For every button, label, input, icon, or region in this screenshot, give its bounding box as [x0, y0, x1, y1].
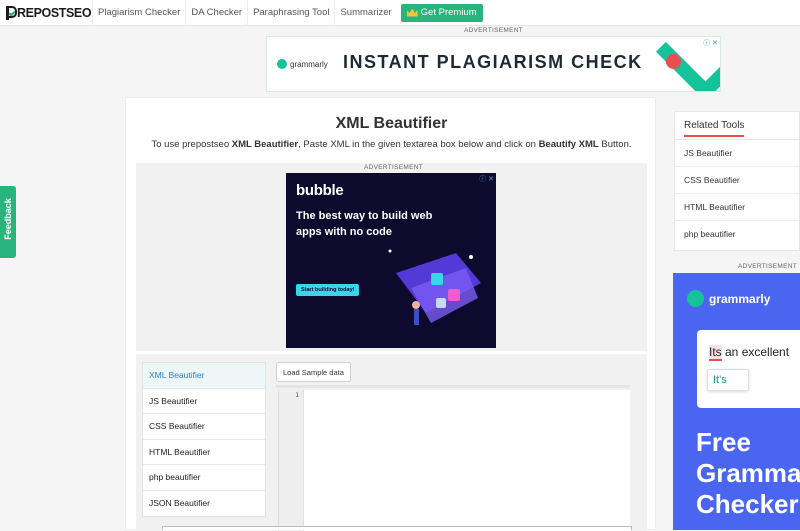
- logo[interactable]: REPOSTSEO: [0, 0, 92, 26]
- bubble-illustration: [388, 249, 481, 325]
- logo-text: REPOSTSEO: [17, 5, 92, 20]
- suggestion-chip: It's: [707, 369, 749, 391]
- grammarly-brand: grammarly: [290, 59, 328, 69]
- nav-link-summarizer[interactable]: Summarizer: [334, 0, 396, 26]
- arrow-icon: [666, 54, 681, 69]
- bubble-ad[interactable]: bubble The best way to build web apps wi…: [286, 173, 496, 348]
- demo-sentence: Its an excellent: [709, 345, 790, 361]
- menu-item-js-beautifier[interactable]: JS Beautifier: [143, 389, 265, 414]
- main-panel: XML Beautifier To use prepostseo XML Bea…: [125, 97, 656, 531]
- nav-link-da-checker[interactable]: DA Checker: [185, 0, 247, 26]
- get-premium-label: Get Premium: [420, 6, 477, 18]
- related-item-php-beautifier[interactable]: php beautifier: [675, 221, 799, 248]
- menu-item-xml-beautifier[interactable]: XML Beautifier: [143, 363, 265, 389]
- editor-toolbar: [276, 385, 630, 388]
- grammarly-side-logo: grammarly: [687, 290, 770, 307]
- nav-link-plagiarism-checker[interactable]: Plagiarism Checker: [92, 0, 185, 26]
- xml-input-editor[interactable]: 1: [278, 390, 630, 531]
- feedback-tab[interactable]: Feedback: [0, 186, 16, 258]
- top-nav: REPOSTSEO Plagiarism Checker DA Checker …: [0, 0, 800, 26]
- grammarly-logo: grammarly: [277, 59, 328, 69]
- bubble-logo: bubble: [296, 182, 344, 199]
- menu-item-json-beautifier[interactable]: JSON Beautifier: [143, 491, 265, 517]
- bubble-cta-button[interactable]: Start building today!: [296, 284, 360, 296]
- line-number: 1: [295, 391, 299, 399]
- grammarly-side-ad[interactable]: grammarly Its an excellent It's Free Gram…: [673, 273, 800, 530]
- beautifier-menu: XML Beautifier JS Beautifier CSS Beautif…: [142, 362, 266, 517]
- beautifier-tool: XML Beautifier JS Beautifier CSS Beautif…: [136, 354, 647, 531]
- logo-icon: [6, 5, 17, 20]
- menu-item-php-beautifier[interactable]: php beautifier: [143, 465, 265, 491]
- grammarly-side-brand: grammarly: [709, 291, 771, 306]
- ad-close-icon[interactable]: ⓘ ✕: [703, 38, 718, 48]
- load-sample-data-button[interactable]: Load Sample data: [276, 362, 351, 382]
- mid-ad-area: ADVERTISEMENT bubble The best way to bui…: [136, 163, 647, 351]
- related-item-css-beautifier[interactable]: CSS Beautifier: [675, 167, 799, 194]
- top-ad-headline: INSTANT PLAGIARISM CHECK: [343, 52, 643, 72]
- related-item-html-beautifier[interactable]: HTML Beautifier: [675, 194, 799, 221]
- bubble-headline: The best way to build web apps with no c…: [296, 210, 433, 238]
- feedback-label: Feedback: [3, 198, 13, 240]
- grammarly-side-headline: FreeGrammarChecker: [696, 427, 800, 519]
- bottom-panel-edge: [162, 526, 632, 530]
- menu-item-css-beautifier[interactable]: CSS Beautifier: [143, 414, 265, 440]
- grammarly-demo-card: Its an excellent It's: [697, 330, 800, 408]
- related-tools-title: Related Tools: [675, 112, 799, 140]
- crown-icon: [406, 8, 418, 17]
- line-number-gutter: 1: [279, 390, 304, 531]
- related-item-js-beautifier[interactable]: JS Beautifier: [675, 140, 799, 167]
- top-ad-label: ADVERTISEMENT: [464, 27, 524, 34]
- get-premium-button[interactable]: Get Premium: [400, 3, 483, 22]
- menu-item-html-beautifier[interactable]: HTML Beautifier: [143, 440, 265, 465]
- mid-ad-label: ADVERTISEMENT: [364, 164, 424, 171]
- related-tools: Related Tools JS Beautifier CSS Beautifi…: [674, 111, 800, 251]
- side-ad-label: ADVERTISEMENT: [738, 263, 798, 270]
- nav-link-paraphrasing-tool[interactable]: Paraphrasing Tool: [247, 0, 334, 26]
- grammarly-icon: [277, 59, 287, 69]
- intro-text: To use prepostseo XML Beautifier, Paste …: [151, 139, 632, 150]
- page-title: XML Beautifier: [335, 115, 448, 132]
- grammarly-side-icon: [687, 290, 704, 307]
- top-ad-banner[interactable]: grammarly INSTANT PLAGIARISM CHECK ⓘ ✕: [266, 36, 721, 92]
- bubble-ad-close-icon[interactable]: ⓘ ✕: [479, 174, 494, 184]
